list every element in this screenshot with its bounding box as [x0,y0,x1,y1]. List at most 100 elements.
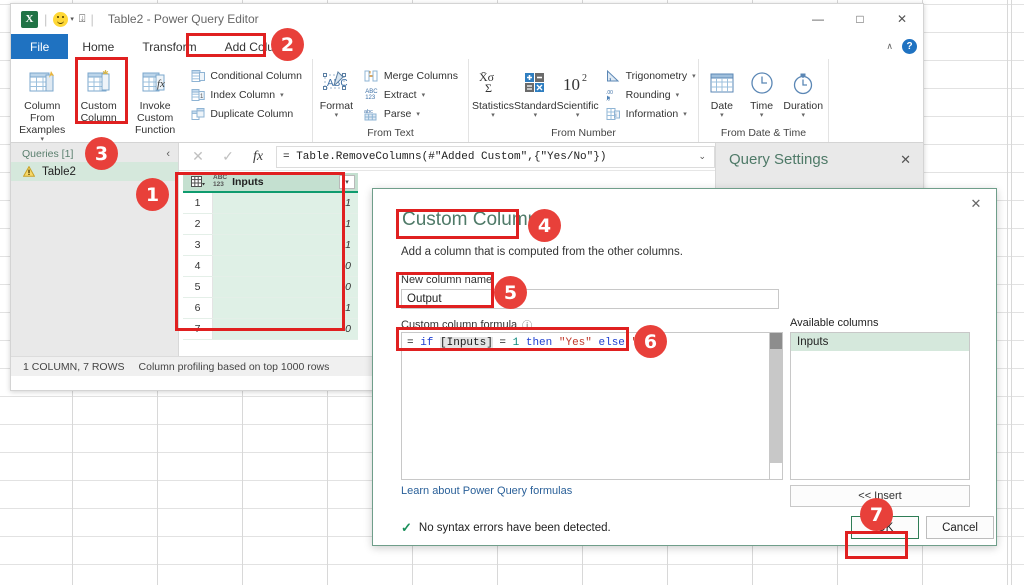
fx-icon[interactable]: fx [243,144,273,170]
scientific-icon: 10 2 [561,66,595,100]
qat-smiley-caret-icon[interactable]: ▾ [70,15,74,23]
format-button[interactable]: ABC Format ▾ [316,64,357,120]
scientific-caret-icon[interactable]: ▾ [576,112,580,120]
collapse-ribbon-icon[interactable]: ∧ [886,41,893,52]
custom-column-formula-label-row: Custom column formula ⓘ [401,317,532,333]
trigonometry-button[interactable]: Trigonometry ▾ [603,66,699,85]
conditional-column-label: Conditional Column [210,69,302,82]
data-grid-column-header[interactable]: ABC 123 Inputs [213,174,339,189]
formula-scrollbar-track-end[interactable] [770,463,782,479]
dialog-close-button[interactable]: ✕ [964,194,988,214]
table-row[interactable]: 4 0 [183,256,358,277]
duration-caret-icon[interactable]: ▾ [801,112,805,120]
table-row[interactable]: 6 1 [183,298,358,319]
collapse-queries-pane-icon[interactable]: ‹ [166,148,170,160]
formula-cancel-button[interactable]: ✕ [183,144,213,170]
maximize-button[interactable]: □ [839,4,881,34]
cancel-button[interactable]: Cancel [926,516,994,539]
rounding-caret-icon[interactable]: ▾ [676,91,680,99]
table-row[interactable]: 1 1 [183,193,358,214]
badge-4: 4 [528,209,561,242]
tab-file[interactable]: File [11,34,69,59]
statistics-button[interactable]: X̄σ Σ Statistics ▾ [472,64,514,120]
custom-column-formula-label: Custom column formula [401,318,518,331]
query-settings-close-icon[interactable]: ✕ [900,152,911,168]
duplicate-column-button[interactable]: Duplicate Column [187,104,305,123]
format-caret-icon[interactable]: ▾ [335,112,339,120]
time-caret-icon[interactable]: ▾ [760,112,764,120]
syntax-ok-icon: ✓ [401,520,412,535]
parse-button[interactable]: abc Parse ▾ [361,104,461,123]
information-button[interactable]: i Information ▾ [603,104,699,123]
window-title: Table2 - Power Query Editor [107,12,259,26]
custom-column-button[interactable]: Custom Column [70,64,126,124]
new-column-name-input[interactable]: Output [401,289,779,309]
excel-logo-icon: X [21,10,38,28]
cell-inputs[interactable]: 1 [213,218,358,230]
trigonometry-caret-icon[interactable]: ▾ [692,72,696,80]
standard-button[interactable]: Standard ▾ [514,64,557,120]
qat-customize-icon[interactable]: ⍗ [79,13,86,26]
standard-caret-icon[interactable]: ▾ [534,112,538,120]
duration-button[interactable]: Duration ▾ [781,64,825,120]
statistics-caret-icon[interactable]: ▾ [491,112,495,120]
table-row[interactable]: 5 0 [183,277,358,298]
column-filter-button[interactable]: ▾ [339,175,355,189]
table-row[interactable]: 7 0 [183,319,358,340]
format-label: Format [319,100,354,112]
cell-inputs[interactable]: 1 [213,239,358,251]
date-caret-icon[interactable]: ▾ [720,112,724,120]
formula-accept-button[interactable]: ✓ [213,144,243,170]
formula-scrollbar-thumb[interactable] [770,333,782,349]
column-from-examples-button[interactable]: Column From Examples ▾ [14,64,70,144]
rounding-button[interactable]: .00 .0 Rounding ▾ [603,85,699,104]
queries-pane-title: Queries [1] [22,148,74,160]
learn-power-query-formulas-link[interactable]: Learn about Power Query formulas [401,485,572,497]
cell-inputs[interactable]: 1 [213,302,358,314]
available-columns-list[interactable]: Inputs [790,332,970,480]
trigonometry-label: Trigonometry [625,69,688,82]
formula-expand-icon[interactable]: ⌄ [698,151,706,162]
window-controls: — □ ✕ [797,4,923,34]
select-all-columns-icon[interactable] [183,176,213,188]
cell-inputs[interactable]: 0 [213,281,358,293]
parse-caret-icon[interactable]: ▾ [416,110,420,118]
available-column-item[interactable]: Inputs [791,333,969,351]
close-button[interactable]: ✕ [881,4,923,34]
information-caret-icon[interactable]: ▾ [683,110,687,118]
formula-scrollbar[interactable] [769,333,782,479]
information-label: Information [625,107,679,120]
help-icon[interactable]: ? [902,39,917,54]
formula-input[interactable]: = Table.RemoveColumns(#"Added Custom",{"… [276,145,715,168]
index-column-button[interactable]: 1 Index Column ▾ [187,85,305,104]
table-row[interactable]: 2 1 [183,214,358,235]
formula-info-icon[interactable]: ⓘ [522,317,532,332]
tab-home[interactable]: Home [68,34,128,59]
smiley-icon[interactable] [53,11,69,27]
cell-inputs[interactable]: 0 [213,260,358,272]
extract-button[interactable]: ABC 123 Extract ▾ [361,85,461,104]
badge-7: 7 [860,498,893,531]
invoke-custom-function-button[interactable]: fx Invoke Custom Function [127,64,183,136]
data-grid-header-row: ABC 123 Inputs ▾ [183,173,358,193]
cell-inputs[interactable]: 1 [213,197,358,209]
ribbon-tab-strip: File Home Transform Add Column ∧ ? [11,34,923,59]
cell-inputs[interactable]: 0 [213,323,358,335]
custom-column-formula-input[interactable]: = if [Inputs] = 1 then "Yes" else "No" [401,332,783,480]
row-number: 6 [183,298,213,318]
standard-label: Standard [514,100,557,112]
badge-5: 5 [494,276,527,309]
extract-icon: ABC 123 [365,88,378,101]
merge-columns-button[interactable]: Merge Columns [361,66,461,85]
minimize-button[interactable]: — [797,4,839,34]
tab-transform[interactable]: Transform [128,34,210,59]
conditional-column-button[interactable]: Conditional Column [187,66,305,85]
time-button[interactable]: Time ▾ [742,64,782,120]
extract-caret-icon[interactable]: ▾ [422,91,426,99]
ribbon-group-general: Column From Examples ▾ Custom Column fx … [11,59,313,156]
index-column-caret-icon[interactable]: ▾ [280,91,284,99]
table-row[interactable]: 3 1 [183,235,358,256]
svg-text:Σ: Σ [485,81,492,95]
scientific-button[interactable]: 10 2 Scientific ▾ [557,64,599,120]
date-button[interactable]: Date ▾ [702,64,742,120]
